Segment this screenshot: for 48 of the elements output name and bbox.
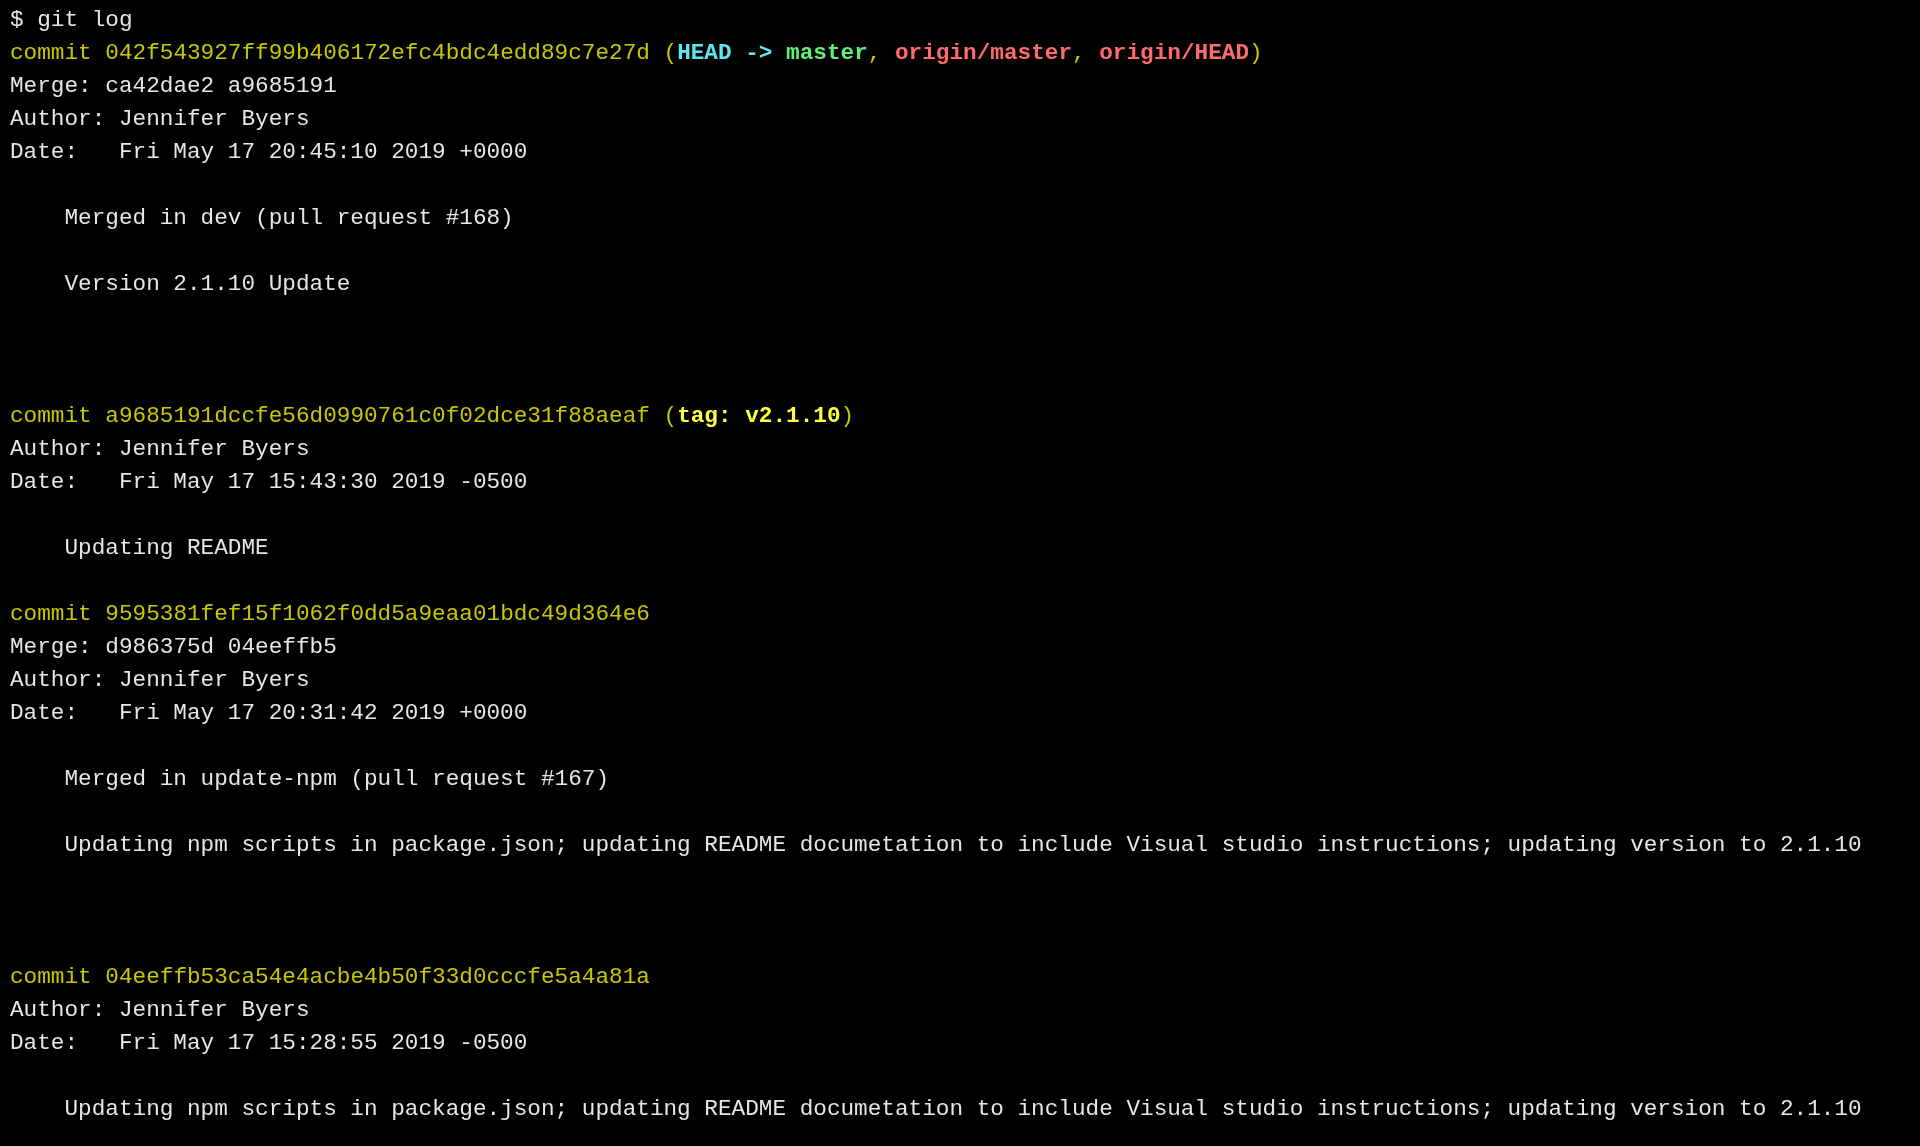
date-label: Date: (10, 468, 80, 497)
author-name: Jennifer Byers (118, 667, 310, 693)
commit-label: commit (10, 403, 92, 429)
commit-hash: a9685191dccfe56d0990761c0f02dce31f88aeaf (105, 403, 650, 429)
commit-message: Updating npm scripts in package.json; updating README documetation to include Visual studio instructions; updating version to 2.1.10 (64, 832, 1862, 858)
date-label: Date: (10, 699, 80, 728)
merge-parents: ca42dae2 a9685191 (105, 73, 337, 99)
punctuation: , (1072, 40, 1086, 66)
date-label: Date: (10, 138, 80, 167)
command-text: git log (37, 7, 133, 33)
commit-label: commit (10, 601, 92, 627)
commit-message: Version 2.1.10 Update (64, 271, 351, 297)
author-name: Jennifer Byers (118, 997, 310, 1023)
commit-message: Updating README (64, 535, 269, 561)
punctuation: ( (663, 40, 678, 66)
punctuation: ( (663, 403, 678, 429)
punctuation: ) (1249, 40, 1263, 66)
ref-name: tag: v2.1.10 (677, 403, 841, 429)
punctuation: , (867, 40, 882, 66)
ref-name: HEAD (677, 40, 732, 66)
commit-label: commit (10, 40, 92, 66)
commit-message: Updating npm scripts in package.json; updating README documetation to include Visual studio instructions; updating version to 2.1.10 (64, 1096, 1862, 1122)
merge-parents: d986375d 04eeffb5 (105, 634, 337, 660)
commit-date: Fri May 17 15:28:55 2019 -0500 (118, 1030, 528, 1056)
prompt-symbol: $ (10, 7, 24, 33)
date-label: Date: (10, 1029, 80, 1058)
commit-label: commit (10, 964, 92, 990)
author-name: Jennifer Byers (118, 106, 310, 132)
commit-date: Fri May 17 20:45:10 2019 +0000 (118, 139, 528, 165)
merge-label: Merge: (10, 72, 92, 101)
commit-message: Merged in update-npm (pull request #167) (64, 766, 610, 792)
ref-name: origin/master (895, 40, 1072, 66)
merge-label: Merge: (10, 633, 92, 662)
commit-hash: 042f543927ff99b406172efc4bdc4edd89c7e27d (105, 40, 650, 66)
author-label: Author: (10, 435, 106, 464)
commit-date: Fri May 17 15:43:30 2019 -0500 (118, 469, 528, 495)
ref-name: origin/HEAD (1099, 40, 1249, 66)
commit-date: Fri May 17 20:31:42 2019 +0000 (118, 700, 528, 726)
author-label: Author: (10, 105, 106, 134)
author-label: Author: (10, 996, 106, 1025)
author-name: Jennifer Byers (118, 436, 310, 462)
commit-hash: 9595381fef15f1062f0dd5a9eaa01bdc49d364e6 (105, 601, 650, 627)
commit-hash: 04eeffb53ca54e4acbe4b50f33d0cccfe5a4a81a (105, 964, 650, 990)
ref-arrow: -> (745, 40, 773, 66)
ref-name: master (786, 40, 868, 66)
commit-message: Merged in dev (pull request #168) (64, 205, 514, 231)
author-label: Author: (10, 666, 106, 695)
punctuation: ) (840, 403, 855, 429)
